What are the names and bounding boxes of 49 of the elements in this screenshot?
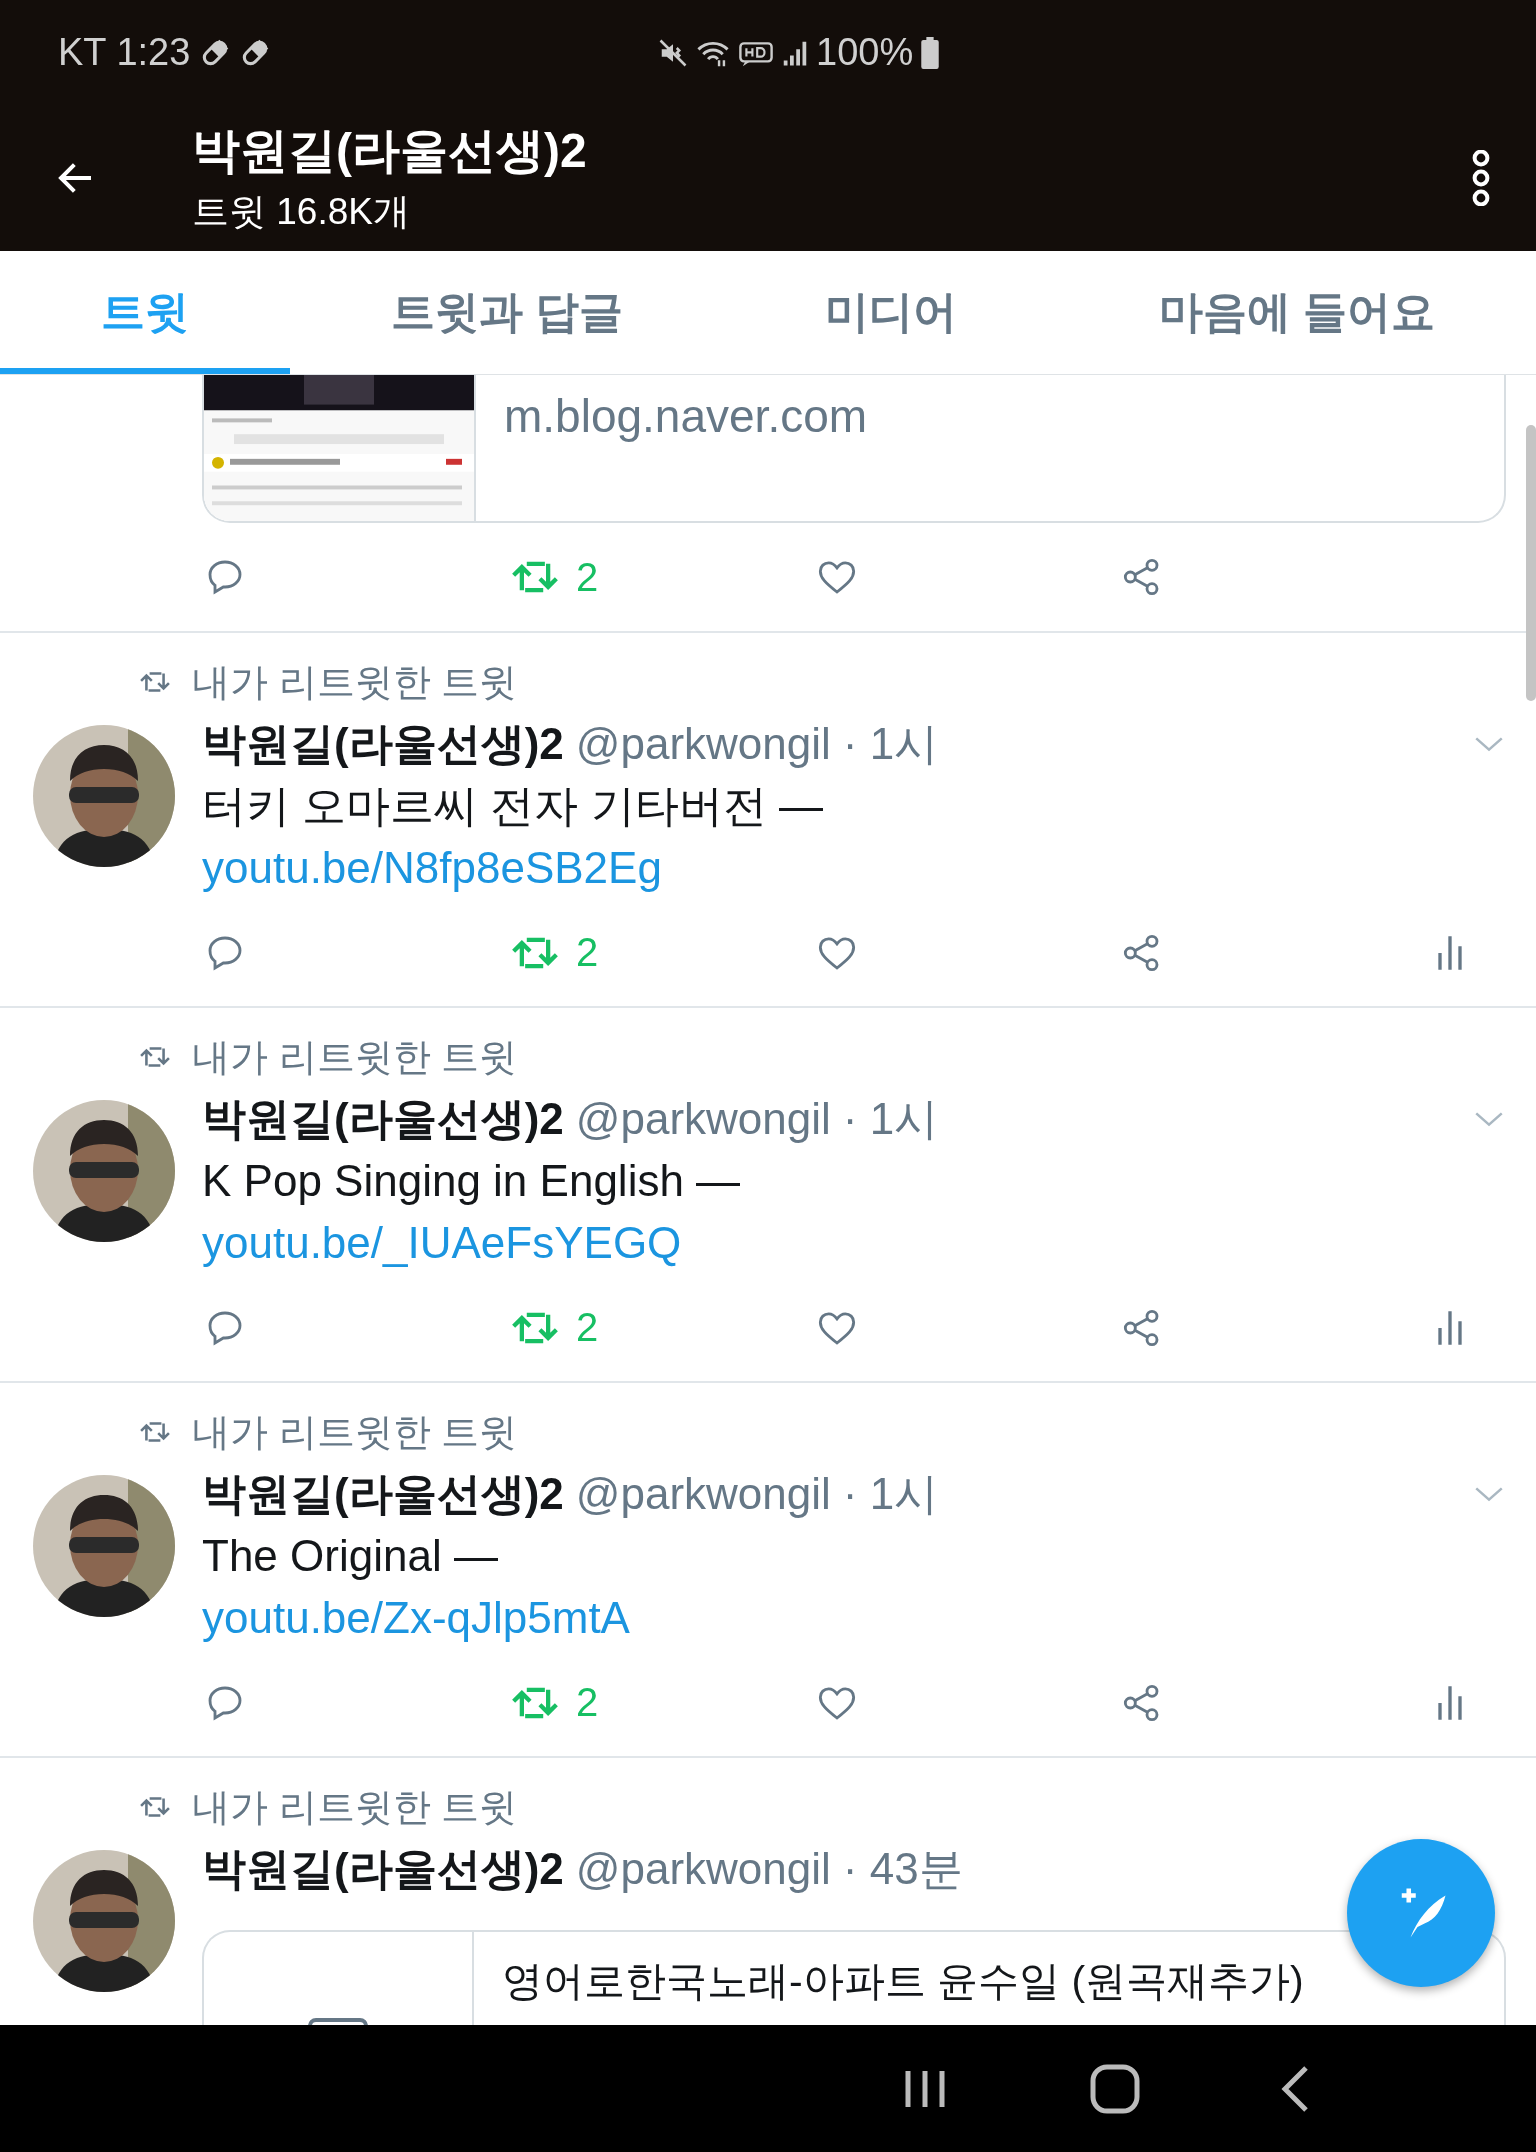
tab[interactable]: 트윗과 답글 — [289, 251, 724, 374]
retweet-icon — [140, 1794, 170, 1820]
retweet-button[interactable]: 2 — [512, 1305, 599, 1350]
profile-name: 박원길(라울선생)2 — [192, 123, 588, 179]
tab[interactable]: 마음에 들어요 — [1057, 251, 1536, 374]
link-card[interactable]: m.blog.naver.com — [202, 375, 1506, 523]
scrollbar[interactable] — [1526, 425, 1536, 701]
tweet-time: · 1시 — [842, 1467, 940, 1520]
retweet-label: 내가 리트윗한 트윗 — [192, 659, 518, 705]
home-icon — [1090, 2063, 1140, 2114]
compose-tweet-button[interactable] — [1347, 1839, 1495, 1987]
tweet-link[interactable]: youtu.be/Zx-qJlp5mtA — [202, 1587, 630, 1649]
author-name[interactable]: 박원길(라울선생)2 — [202, 714, 564, 774]
author-handle: @parkwongil — [575, 719, 831, 769]
more-options-icon — [1471, 150, 1491, 206]
retweet-label: 내가 리트윗한 트윗 — [192, 1784, 518, 1830]
retweet-button[interactable]: 2 — [512, 1680, 599, 1725]
retweet-label: 내가 리트윗한 트윗 — [192, 1409, 518, 1455]
author-name[interactable]: 박원길(라울선생)2 — [202, 1089, 564, 1149]
tweet-count: 트윗 16.8K개 — [192, 190, 411, 234]
author-handle: @parkwongil — [575, 1844, 831, 1894]
retweet-button[interactable]: 2 — [512, 554, 599, 600]
tweet-time: · 1시 — [842, 1092, 940, 1145]
tweet-text: The Original — — [202, 1530, 499, 1582]
tweet-link[interactable]: youtu.be/N8fp8eSB2Eg — [202, 837, 662, 899]
back-chevron-icon — [1280, 2064, 1310, 2113]
retweet-label: 내가 리트윗한 트윗 — [192, 1034, 518, 1080]
retweet-button[interactable]: 2 — [512, 930, 599, 975]
retweet-icon — [140, 1044, 170, 1070]
tweet-text: 터키 오마르씨 전자 기타버전 — — [202, 780, 824, 832]
tweet-time: · 1시 — [842, 717, 940, 770]
retweet-icon — [140, 1419, 170, 1445]
author-handle: @parkwongil — [575, 1469, 831, 1519]
link-card[interactable]: 영어로한국노래-아파트 윤수일 (원곡재추가) — [202, 1930, 1506, 2025]
pill-icon — [240, 37, 271, 68]
author-name[interactable]: 박원길(라울선생)2 — [202, 1839, 564, 1899]
pill-icon — [200, 37, 231, 68]
tweet-text: K Pop Singing in English — — [202, 1155, 742, 1207]
tweet-link[interactable]: youtu.be/_IUAeFsYEGQ — [202, 1212, 682, 1274]
card-domain: m.blog.naver.com — [504, 389, 869, 443]
battery-percent: 100% — [816, 31, 914, 74]
tab[interactable]: 미디어 — [724, 251, 1058, 374]
author-name[interactable]: 박원길(라울선생)2 — [202, 1464, 564, 1524]
battery-icon — [921, 36, 940, 69]
retweet-icon — [140, 669, 170, 695]
mute-icon — [658, 37, 688, 68]
author-handle: @parkwongil — [575, 1094, 831, 1144]
carrier-time: KT 1:23 — [58, 31, 191, 74]
tweet-time: · 43분 — [842, 1842, 964, 1895]
